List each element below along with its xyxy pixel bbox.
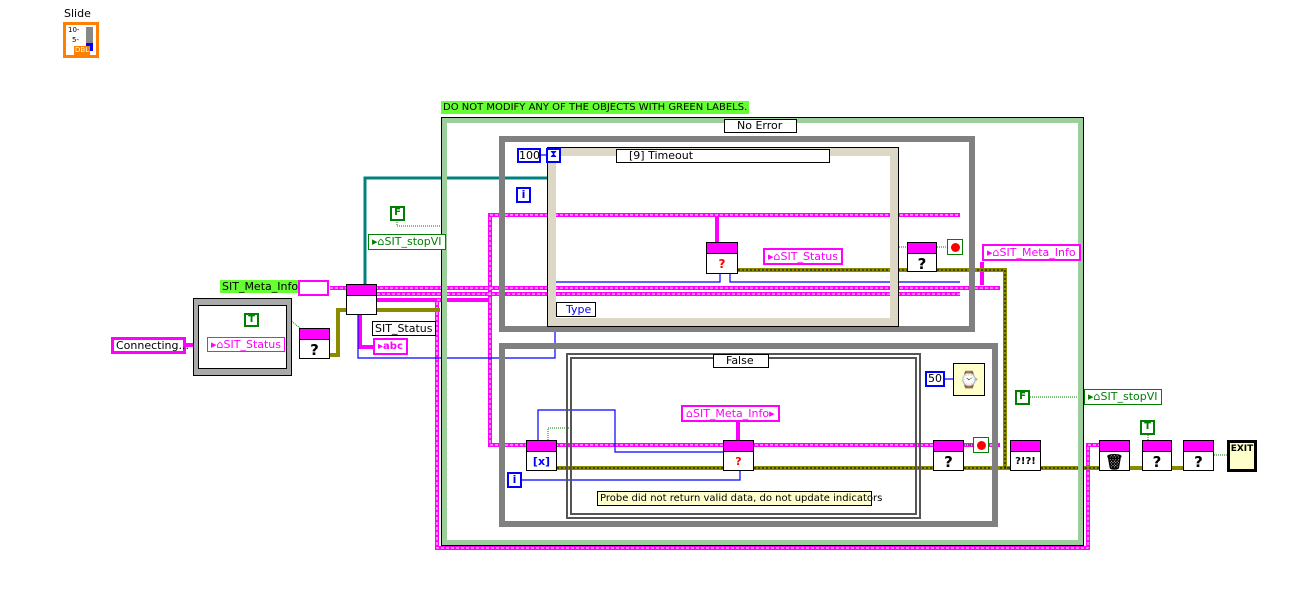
iteration-terminal-lower: i bbox=[507, 472, 522, 488]
sit-meta-info-ref-right[interactable]: ▸⌂SIT_Meta_Info bbox=[982, 244, 1081, 261]
case-selector-false[interactable]: False bbox=[713, 354, 769, 368]
sit-meta-info-control[interactable] bbox=[298, 280, 329, 296]
slide-label: Slide bbox=[64, 7, 91, 20]
block-diagram: Slide 10- 5- DBL DO NOT MODIFY ANY OF TH… bbox=[0, 0, 1302, 610]
timeout-constant[interactable]: 100 bbox=[517, 148, 541, 163]
slide-type: DBL bbox=[74, 46, 91, 55]
iteration-terminal: i bbox=[516, 187, 531, 203]
slide-tick: 10- bbox=[68, 26, 80, 34]
true-constant-right[interactable]: T bbox=[1140, 420, 1155, 435]
event-data-type[interactable]: Type bbox=[556, 302, 596, 317]
sit-status-ref[interactable]: ▸⌂SIT_Status bbox=[763, 248, 844, 265]
destroy-queue-node[interactable]: 🗑 bbox=[1099, 440, 1130, 471]
wait-constant[interactable]: 50 bbox=[925, 371, 945, 387]
case-selector-no-error[interactable]: No Error bbox=[724, 119, 798, 133]
sit-status-string-indicator[interactable]: ▸abc bbox=[373, 338, 408, 355]
slide-tick: 5- bbox=[72, 36, 79, 44]
error-check-node[interactable]: ? bbox=[907, 242, 937, 273]
false-constant-right[interactable]: F bbox=[1015, 390, 1030, 405]
sit-status-label: SIT_Status bbox=[372, 321, 436, 336]
open-ref-node[interactable] bbox=[346, 284, 377, 315]
sit-stopvi-text: SIT_stopVI bbox=[384, 235, 442, 248]
sit-stopvi-ref-right[interactable]: ▸⌂SIT_stopVI bbox=[1084, 389, 1162, 405]
sit-meta-info-label: SIT_Meta_Info bbox=[220, 280, 301, 293]
connecting-string-constant[interactable]: Connecting... bbox=[111, 337, 189, 354]
event-selector[interactable]: [9] Timeout bbox=[616, 149, 830, 163]
false-constant-left[interactable]: F bbox=[390, 206, 405, 221]
abc-text: abc bbox=[383, 341, 403, 352]
error-check-node-left[interactable]: ? bbox=[299, 328, 330, 359]
exit-node[interactable]: EXIT bbox=[1227, 440, 1257, 472]
sit-meta-info-text: SIT_Meta_Info bbox=[999, 246, 1076, 259]
trash-icon: 🗑 bbox=[1104, 453, 1125, 471]
sit-stopvi-text: SIT_stopVI bbox=[1100, 390, 1158, 403]
question-icon: ? bbox=[917, 255, 927, 273]
sit-stopvi-ref-left[interactable]: ▸⌂SIT_stopVI bbox=[368, 234, 446, 250]
sit-meta-info-text: SIT_Meta_Info bbox=[692, 407, 770, 420]
warning-label: DO NOT MODIFY ANY OF THE OBJECTS WITH GR… bbox=[441, 101, 750, 114]
slide-terminal[interactable]: 10- 5- DBL bbox=[63, 22, 99, 58]
close-vi-node[interactable]: ? bbox=[1183, 440, 1214, 471]
sit-meta-info-ref-lower[interactable]: ⌂SIT_Meta_Info▸ bbox=[681, 405, 780, 422]
event-structure[interactable] bbox=[547, 147, 899, 327]
wait-ms-icon[interactable]: ⌚ bbox=[953, 363, 985, 396]
stop-icon-lower[interactable] bbox=[973, 437, 989, 453]
stop-icon[interactable] bbox=[947, 239, 963, 255]
true-constant-left[interactable]: T bbox=[244, 313, 259, 327]
variant-to-data-node[interactable]: ? bbox=[723, 440, 754, 471]
error-check-node-final[interactable]: ? bbox=[1142, 440, 1172, 471]
sit-status-ref-left[interactable]: ▸⌂SIT_Status bbox=[207, 337, 286, 352]
error-check-node-lower[interactable]: ? bbox=[933, 440, 964, 471]
merge-errors-node[interactable]: ?!?! bbox=[1010, 440, 1041, 471]
dequeue-node[interactable]: [x] bbox=[526, 440, 557, 471]
sit-status-ref-text: SIT_Status bbox=[780, 250, 839, 263]
comment-label: Probe did not return valid data, do not … bbox=[597, 491, 882, 506]
property-node[interactable]: ? bbox=[706, 242, 738, 274]
sit-status-text: SIT_Status bbox=[223, 338, 282, 351]
hourglass-icon: ⧗ bbox=[546, 148, 561, 163]
